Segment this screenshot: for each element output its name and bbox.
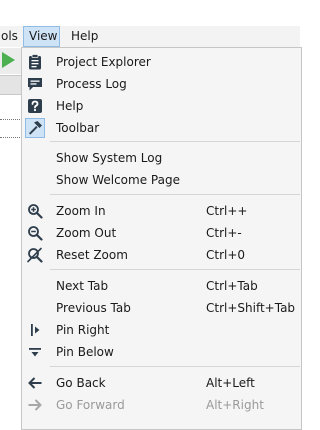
menu-item-label: Next Tab xyxy=(56,279,109,293)
menu-item-label: Show Welcome Page xyxy=(56,173,180,187)
menu-item-label: Help xyxy=(56,99,84,113)
menu-item-zoom-in[interactable]: Zoom In Ctrl++ xyxy=(22,200,301,222)
menu-item-pin-below[interactable]: Pin Below xyxy=(22,341,301,363)
menu-help[interactable]: Help xyxy=(67,26,102,47)
chat-bubble-icon xyxy=(27,76,43,92)
zoom-in-icon xyxy=(27,203,43,219)
menu-separator xyxy=(50,141,300,142)
menu-item-process-log[interactable]: Process Log xyxy=(22,73,301,95)
menu-item-shortcut: Ctrl+Shift+Tab xyxy=(206,301,296,315)
tree-guide-line xyxy=(0,119,22,120)
menu-item-show-system-log[interactable]: Show System Log xyxy=(22,147,301,169)
menu-tools[interactable]: ols xyxy=(0,26,22,47)
menu-item-label: Pin Right xyxy=(56,323,110,337)
menu-separator xyxy=(50,194,300,195)
menu-item-label: Go Forward xyxy=(56,398,125,412)
menu-item-project-explorer[interactable]: Project Explorer xyxy=(22,51,301,73)
pin-right-icon xyxy=(27,322,43,338)
menu-item-label: Go Back xyxy=(56,376,106,390)
menu-item-zoom-out[interactable]: Zoom Out Ctrl+- xyxy=(22,222,301,244)
tree-guide-line xyxy=(0,137,22,138)
menu-item-label: Toolbar xyxy=(56,121,100,135)
menu-item-label: Show System Log xyxy=(56,151,163,165)
menu-bar: ols View Help xyxy=(0,26,300,47)
menu-separator xyxy=(50,269,300,270)
clipboard-icon xyxy=(27,54,43,70)
menu-item-label: Pin Below xyxy=(56,345,114,359)
menu-item-go-forward[interactable]: Go Forward Alt+Right xyxy=(22,394,301,416)
menu-item-label: Previous Tab xyxy=(56,301,131,315)
menu-item-reset-zoom[interactable]: Reset Zoom Ctrl+0 xyxy=(22,244,301,266)
view-menu: Project Explorer Process Log Help Toolba… xyxy=(21,47,302,430)
run-icon[interactable] xyxy=(2,52,15,68)
zoom-out-icon xyxy=(27,225,43,241)
menu-item-show-welcome-page[interactable]: Show Welcome Page xyxy=(22,169,301,191)
pin-below-icon xyxy=(27,344,43,360)
background-field xyxy=(0,75,22,95)
reset-zoom-icon xyxy=(27,247,43,263)
menu-item-label: Project Explorer xyxy=(56,55,151,69)
menu-separator xyxy=(50,366,300,367)
menu-item-label: Zoom Out xyxy=(56,226,117,240)
arrow-right-icon xyxy=(27,397,43,413)
menu-item-next-tab[interactable]: Next Tab Ctrl+Tab xyxy=(22,275,301,297)
menu-view[interactable]: View xyxy=(23,26,60,47)
menu-item-shortcut: Alt+Right xyxy=(206,398,264,412)
menu-item-label: Process Log xyxy=(56,77,127,91)
menu-item-toolbar[interactable]: Toolbar xyxy=(22,117,301,139)
question-icon xyxy=(27,98,43,114)
menu-item-shortcut: Ctrl+- xyxy=(206,226,242,240)
hammer-icon xyxy=(27,120,43,136)
menu-item-label: Zoom In xyxy=(56,204,106,218)
menu-item-pin-right[interactable]: Pin Right xyxy=(22,319,301,341)
menu-item-label: Reset Zoom xyxy=(56,248,128,262)
menu-item-shortcut: Ctrl++ xyxy=(206,204,248,218)
menu-item-previous-tab[interactable]: Previous Tab Ctrl+Shift+Tab xyxy=(22,297,301,319)
menu-item-shortcut: Ctrl+0 xyxy=(206,248,246,262)
arrow-left-icon xyxy=(27,375,43,391)
menu-item-go-back[interactable]: Go Back Alt+Left xyxy=(22,372,301,394)
menu-item-shortcut: Alt+Left xyxy=(206,376,255,390)
menu-item-help[interactable]: Help xyxy=(22,95,301,117)
menu-item-shortcut: Ctrl+Tab xyxy=(206,279,258,293)
